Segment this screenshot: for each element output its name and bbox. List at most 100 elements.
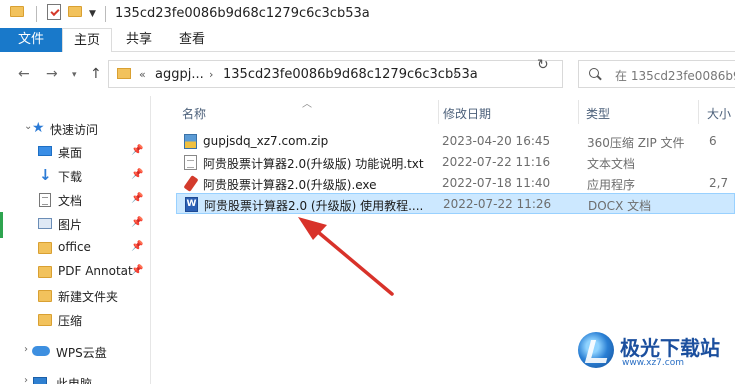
chevron-right-icon[interactable]: ›: [24, 375, 28, 384]
pin-icon: 📌: [131, 241, 144, 252]
tab-share[interactable]: 共享: [114, 28, 164, 52]
tab-file[interactable]: 文件: [0, 28, 62, 52]
breadcrumb-overflow[interactable]: «: [139, 68, 146, 81]
file-explorer-window: ▼ 135cd23fe0086b9d68c1279c6c3cb53a 文件 主页…: [0, 0, 735, 384]
sidebar-item-label: 下载: [58, 170, 83, 184]
sidebar-item-label: PDF Annotat: [58, 264, 133, 278]
search-icon: [589, 68, 599, 78]
navigation-bar: ← → ▾ ↑ « aggpj... › 135cd23fe0086b9d68c…: [0, 52, 735, 96]
file-row-selected[interactable]: W 阿贵股票计算器2.0 (升级版) 使用教程.... 2022-07-22 1…: [176, 193, 735, 214]
column-divider[interactable]: [438, 100, 439, 124]
tab-view[interactable]: 查看: [166, 28, 218, 52]
sidebar-item-documents[interactable]: 文档 📌: [0, 188, 160, 212]
arrow-shaft: [316, 230, 394, 296]
file-type: 应用程序: [587, 178, 636, 192]
sidebar-item-label: 图片: [58, 218, 83, 232]
column-header-name[interactable]: 名称: [182, 105, 206, 122]
watermark-text: 极光下载站: [620, 336, 720, 360]
star-icon: ★: [32, 120, 45, 136]
sidebar-item-label: 文档: [58, 194, 83, 208]
folder-icon: [38, 290, 52, 302]
pin-icon: 📌: [131, 217, 144, 228]
folder-icon[interactable]: [10, 6, 24, 17]
address-bar[interactable]: « aggpj... › 135cd23fe0086b9d68c1279c6c3…: [108, 60, 617, 88]
file-row[interactable]: gupjsdq_xz7.com.zip 2023-04-20 16:45 360…: [176, 131, 735, 152]
chevron-right-icon[interactable]: ›: [209, 68, 213, 81]
file-row[interactable]: 阿贵股票计算器2.0(升级版) 功能说明.txt 2022-07-22 11:1…: [176, 152, 735, 173]
breadcrumb-parent[interactable]: aggpj...: [155, 67, 204, 82]
sidebar-item-new-folder[interactable]: 新建文件夹: [0, 284, 160, 308]
column-header-type[interactable]: 类型: [586, 105, 610, 122]
watermark-logo: 极光下载站 www.xz7.com: [578, 330, 735, 370]
file-date: 2023-04-20 16:45: [442, 134, 551, 148]
pin-icon: 📌: [131, 169, 144, 180]
sidebar-item-wps-cloud[interactable]: › WPS云盘: [0, 340, 160, 364]
up-arrow-icon[interactable]: ↑: [90, 66, 102, 82]
column-divider[interactable]: [578, 100, 579, 124]
divider: [105, 6, 106, 22]
recent-locations-icon[interactable]: ▾: [72, 70, 77, 80]
sidebar-item-quick-access[interactable]: ⌄ ★ 快速访问: [0, 117, 160, 141]
file-name: gupjsdq_xz7.com.zip: [203, 134, 329, 148]
watermark-subtext: www.xz7.com: [622, 358, 684, 368]
sidebar-item-label: 快速访问: [50, 123, 99, 137]
sidebar-item-pdf-annotator[interactable]: PDF Annotat 📌: [0, 260, 160, 284]
tab-home[interactable]: 主页: [62, 28, 112, 53]
sidebar-item-label: 此电脑: [56, 377, 93, 384]
title-bar: ▼ 135cd23fe0086b9d68c1279c6c3cb53a: [0, 0, 735, 28]
arrow-head: [298, 217, 327, 240]
chevron-right-icon[interactable]: ›: [24, 344, 28, 355]
pane-divider[interactable]: [150, 96, 151, 384]
column-header-date[interactable]: 修改日期: [443, 105, 491, 122]
new-folder-icon[interactable]: [68, 6, 82, 17]
file-date: 2022-07-18 11:40: [442, 176, 551, 190]
file-name: 阿贵股票计算器2.0(升级版) 功能说明.txt: [203, 157, 424, 171]
column-divider[interactable]: [698, 100, 699, 124]
file-date: 2022-07-22 11:16: [442, 155, 551, 169]
ribbon-tabs: 文件 主页 共享 查看: [0, 28, 735, 53]
chevron-right-icon[interactable]: ›: [453, 68, 457, 81]
folder-icon: [38, 266, 52, 278]
breadcrumb-current[interactable]: 135cd23fe0086b9d68c1279c6c3cb53a: [223, 67, 478, 82]
column-header-size[interactable]: 大小: [707, 105, 731, 122]
search-placeholder: 在 135cd23fe0086b9d: [615, 69, 735, 83]
sidebar-item-label: 新建文件夹: [58, 290, 119, 304]
column-header-row: 名称 修改日期 类型 大小: [160, 100, 735, 124]
sidebar-item-this-pc[interactable]: › 此电脑: [0, 371, 160, 384]
sidebar-item-compress[interactable]: 压缩: [0, 308, 160, 332]
folder-icon: [38, 242, 52, 254]
folder-icon: [117, 68, 131, 79]
zip-file-icon: [184, 134, 197, 149]
file-type: 文本文档: [587, 157, 636, 171]
back-arrow-icon[interactable]: ←: [18, 66, 30, 82]
pc-icon: [33, 377, 47, 384]
properties-icon[interactable]: [47, 4, 61, 20]
file-row[interactable]: 阿贵股票计算器2.0(升级版).exe 2022-07-18 11:40 应用程…: [176, 173, 735, 194]
refresh-icon[interactable]: ↻: [537, 57, 549, 73]
exe-file-icon: [183, 175, 199, 192]
sidebar-item-label: WPS云盘: [56, 346, 107, 360]
folder-icon: [38, 314, 52, 326]
sidebar-item-desktop[interactable]: 桌面 📌: [0, 140, 160, 164]
file-size: 6: [709, 134, 717, 148]
pin-icon: 📌: [131, 193, 144, 204]
document-icon: [39, 193, 51, 207]
customize-toolbar-icon[interactable]: ▼: [89, 9, 96, 19]
file-size: 2,7: [709, 176, 729, 190]
search-input[interactable]: 在 135cd23fe0086b9d: [578, 60, 735, 88]
sidebar-item-downloads[interactable]: ↓ 下载 📌: [0, 164, 160, 188]
file-name: 阿贵股票计算器2.0 (升级版) 使用教程....: [204, 199, 424, 213]
cloud-icon: [32, 346, 50, 356]
divider: [36, 6, 37, 22]
forward-arrow-icon[interactable]: →: [46, 66, 58, 82]
pin-icon: 📌: [131, 145, 144, 156]
file-type: 360压缩 ZIP 文件: [587, 136, 685, 150]
download-icon: ↓: [39, 166, 52, 184]
desktop-icon: [38, 146, 52, 156]
sidebar-item-label: 压缩: [58, 314, 83, 328]
sidebar-item-pictures[interactable]: 图片 📌: [0, 212, 160, 236]
sidebar-item-label: 桌面: [58, 146, 83, 160]
pin-icon: 📌: [131, 265, 144, 276]
file-name: 阿贵股票计算器2.0(升级版).exe: [203, 178, 377, 192]
sidebar-item-office[interactable]: office 📌: [0, 236, 160, 260]
